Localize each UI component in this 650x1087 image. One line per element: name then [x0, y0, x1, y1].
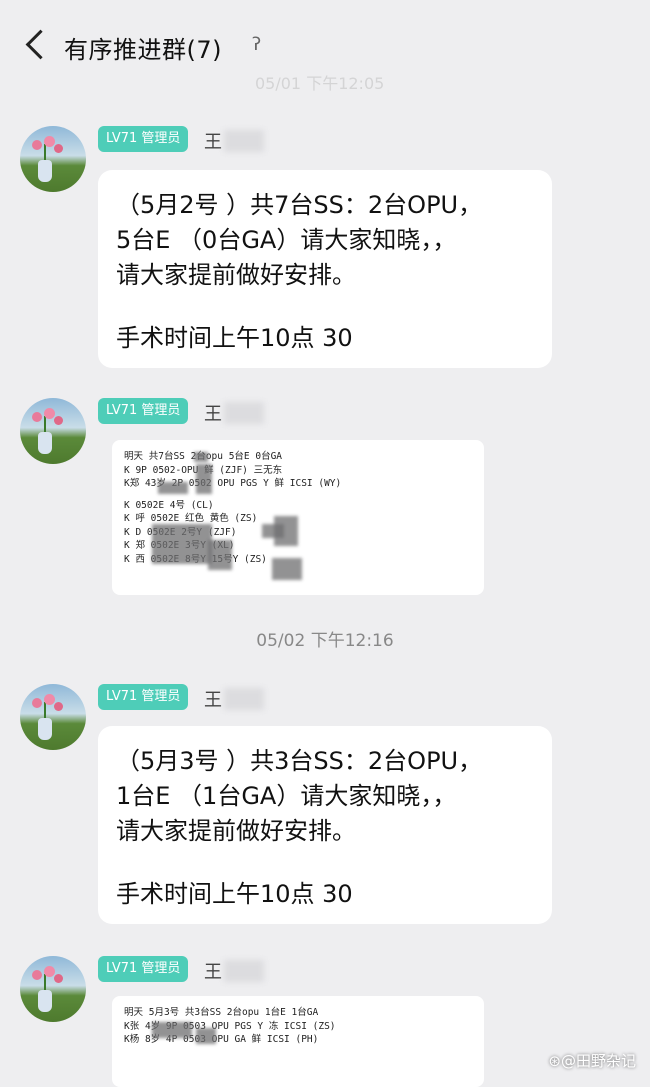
mosaic-blur — [272, 558, 302, 580]
message-line: 手术时间上午10点 30 — [116, 880, 353, 908]
sender-name: 王 — [204, 962, 222, 983]
mosaic-blur — [152, 524, 212, 564]
chat-header: 有序推进群(7) ʔ 05/01 下午12:05 — [0, 0, 650, 93]
admin-badge: LV71 管理员 — [98, 956, 189, 982]
admin-badge: LV71 管理员 — [98, 684, 189, 710]
avatar[interactable] — [20, 956, 86, 1022]
message-bubble[interactable]: （5月3号 ）共3台SS：2台OPU， 1台E （1台GA）请大家知晓，， 请大… — [98, 726, 552, 924]
sender-name: 王 — [204, 404, 222, 425]
message-line: 1台E （1台GA）请大家知晓，， — [116, 782, 457, 810]
schedule-image[interactable]: 明天 共7台SS 2台opu 5台E 0台GA K 9P 0502-OPU 鲜 … — [112, 440, 484, 595]
name-blur — [224, 402, 264, 424]
chat-timestamp: 05/02 下午12:16 — [256, 631, 394, 651]
message-line: 请大家提前做好安排。 — [116, 261, 356, 289]
message-line: （5月3号 ）共3台SS：2台OPU， — [116, 747, 483, 775]
mosaic-blur — [158, 482, 188, 494]
message-line: 请大家提前做好安排。 — [116, 817, 356, 845]
avatar[interactable] — [20, 126, 86, 192]
image-row: 明天 共7台SS 2台opu 5台E 0台GA — [124, 451, 283, 462]
admin-badge: LV71 管理员 — [98, 126, 189, 152]
image-row: K 9P 0502-OPU 鲜 (ZJF) 三无东 — [124, 464, 283, 476]
image-row: K 0502E 4号 (CL) — [124, 499, 214, 511]
message-line: 5台E （0台GA）请大家知晓，， — [116, 226, 457, 254]
avatar[interactable] — [20, 684, 86, 750]
mosaic-blur — [196, 464, 212, 494]
mosaic-blur — [274, 516, 298, 546]
message-line: （5月2号 ）共7台SS：2台OPU， — [116, 191, 483, 219]
mosaic-blur — [194, 452, 208, 462]
faded-timestamp: 05/01 下午12:05 — [255, 74, 385, 93]
name-blur — [224, 960, 264, 982]
mosaic-blur — [196, 1028, 216, 1044]
name-blur — [224, 688, 264, 710]
mosaic-blur — [208, 540, 232, 570]
avatar[interactable] — [20, 398, 86, 464]
message-bubble[interactable]: （5月2号 ）共7台SS：2台OPU， 5台E （0台GA）请大家知晓，， 请大… — [98, 170, 552, 368]
sender-name: 王 — [204, 132, 222, 153]
ear-icon[interactable]: ʔ — [252, 34, 261, 55]
sender-name: 王 — [204, 690, 222, 711]
back-arrow-icon[interactable] — [22, 28, 52, 62]
name-blur — [224, 130, 264, 152]
message-line: 手术时间上午10点 30 — [116, 324, 353, 352]
mosaic-blur — [152, 1022, 192, 1038]
watermark: ⊛@田野杂记 — [548, 1052, 636, 1070]
schedule-image[interactable]: 明天 5月3号 共3台SS 2台opu 1台E 1台GA K张 4岁 9P 05… — [112, 996, 484, 1087]
admin-badge: LV71 管理员 — [98, 398, 189, 424]
image-row: 明天 5月3号 共3台SS 2台opu 1台E 1台GA — [124, 1007, 319, 1018]
chat-title[interactable]: 有序推进群(7) — [64, 30, 222, 65]
